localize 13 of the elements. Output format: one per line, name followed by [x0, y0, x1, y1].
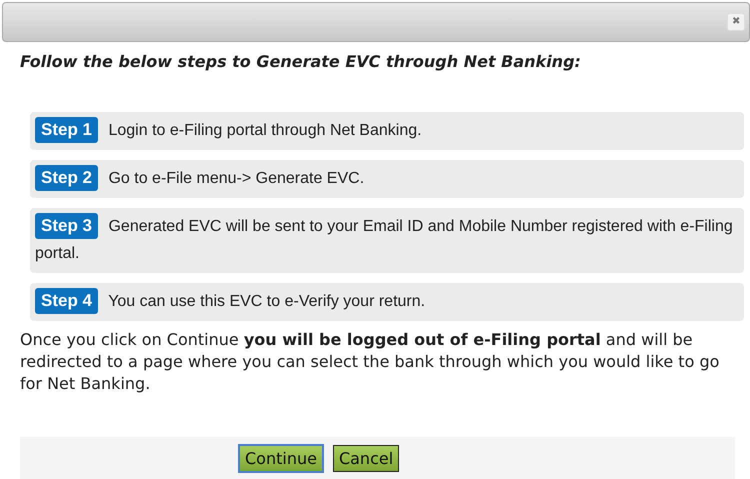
dialog-button[interactable]: Cancel — [332, 444, 400, 472]
close-button[interactable]: ✖ — [727, 13, 745, 31]
notice-text: Once you click on Continue you will be logged out of e-Filing portal and will be redirected to a page where you can select the bank through which you would like to go for Net Banking. — [20, 329, 720, 395]
dialog-button[interactable]: Continue — [238, 444, 324, 472]
step-text: Step 1 Login to e-Filing portal through Net Banking. — [35, 117, 739, 144]
step-text: Step 4 You can use this EVC to e-Verify your return. — [35, 288, 739, 315]
step-text: Step 2 Go to e-File menu-> Generate EVC. — [35, 165, 739, 192]
step-badge: Step 3 — [35, 213, 98, 239]
dialog-heading: Follow the below steps to Generate EVC through Net Banking: — [20, 52, 582, 71]
step-badge: Step 1 — [35, 117, 98, 143]
step-badge: Step 2 — [35, 165, 98, 191]
step-badge: Step 4 — [35, 288, 98, 314]
step-text: Step 3 Generated EVC will be sent to your Email ID and Mobile Number registered with e-Filing portal. — [35, 213, 739, 267]
